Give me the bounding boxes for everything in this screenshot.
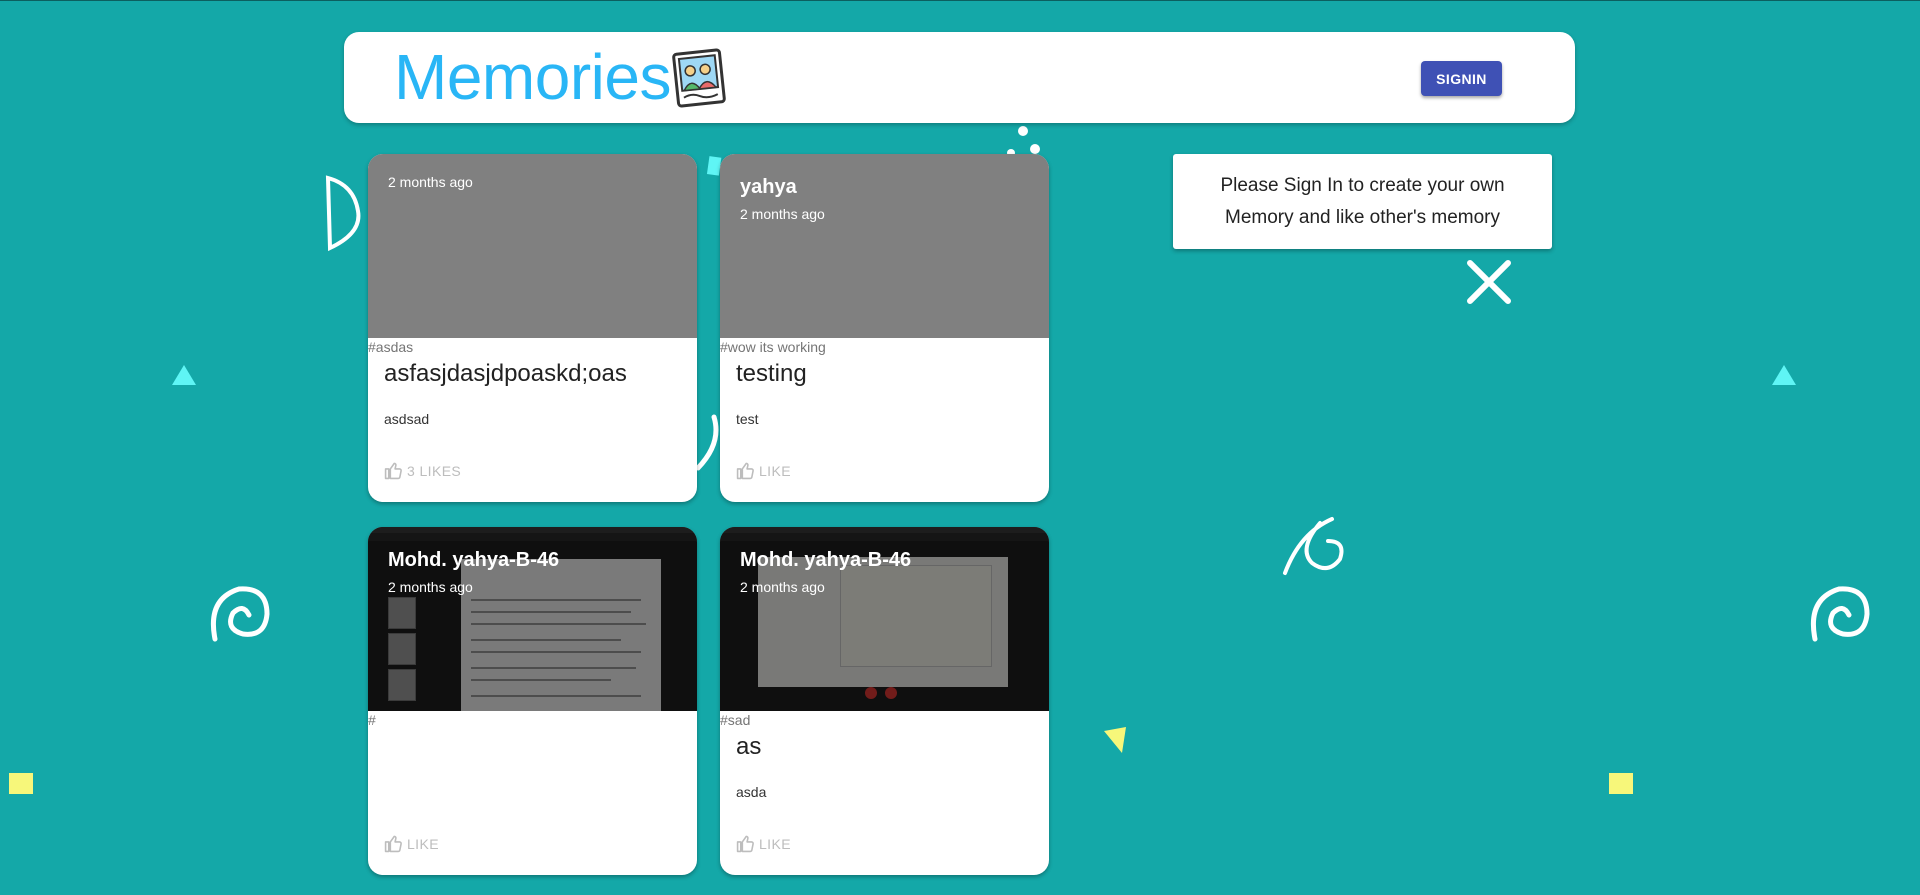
signin-button[interactable]: SIGNIN	[1421, 61, 1502, 96]
app-bar: Memories SIGNIN	[344, 32, 1575, 123]
memory-time: 2 months ago	[740, 206, 825, 222]
signin-prompt: Please Sign In to create your own Memory…	[1173, 154, 1552, 249]
decoration-half-circle	[325, 175, 361, 252]
memory-tags: #wow its working	[720, 339, 826, 355]
memory-tags: #	[368, 712, 376, 728]
memory-message: test	[736, 411, 759, 427]
like-button[interactable]: LIKE	[736, 461, 791, 480]
thumb-up-icon	[384, 835, 402, 853]
memory-card[interactable]: Mohd. yahya-B-46 2 months ago # LIKE	[368, 527, 697, 875]
decoration-spiral-right	[1810, 586, 1870, 642]
decoration-curl	[1283, 517, 1344, 575]
memory-tags: #asdas	[368, 339, 414, 355]
memory-message: asda	[736, 784, 767, 800]
memory-title: as	[736, 733, 762, 760]
decoration-triangle-right	[1772, 365, 1796, 385]
memory-image: Mohd. yahya-B-46 2 months ago	[368, 527, 697, 711]
like-label: LIKE	[407, 835, 439, 852]
memory-image: Mohd. yahya-B-46 2 months ago	[720, 527, 1049, 711]
memory-title: asfasjdasjdpoaskd;oas	[384, 360, 627, 387]
decoration-spiral-left	[210, 586, 270, 642]
memories-photo-icon	[672, 48, 726, 108]
memory-time: 2 months ago	[740, 579, 825, 595]
like-button[interactable]: LIKE	[736, 834, 791, 853]
signin-prompt-text: Please Sign In to create your own Memory…	[1220, 174, 1505, 228]
decoration-x	[1467, 260, 1511, 304]
memory-image: yahya 2 months ago	[720, 154, 1049, 338]
like-label: LIKE	[759, 462, 791, 479]
memory-creator: Mohd. yahya-B-46	[388, 549, 560, 571]
decoration-square-yellow-right	[1609, 773, 1633, 794]
memory-card[interactable]: 2 months ago #asdas asfasjdasjdpoaskd;oa…	[368, 154, 697, 502]
memory-image: 2 months ago	[368, 154, 697, 338]
memory-creator: yahya	[740, 176, 797, 198]
thumb-up-icon	[384, 462, 402, 480]
like-label: 3 LIKES	[407, 462, 462, 479]
memory-message: asdsad	[384, 411, 430, 427]
memory-time: 2 months ago	[388, 174, 473, 190]
thumb-up-icon	[736, 835, 754, 853]
decoration-triangle-yellow	[1104, 727, 1126, 753]
decoration-triangle-left	[172, 365, 196, 385]
decoration-square-yellow-left	[9, 773, 33, 794]
memory-creator: Mohd. yahya-B-46	[740, 549, 912, 571]
app-title: Memories	[394, 41, 671, 113]
memory-card[interactable]: yahya 2 months ago #wow its working test…	[720, 154, 1049, 502]
thumb-up-icon	[736, 462, 754, 480]
memory-time: 2 months ago	[388, 579, 473, 595]
like-label: LIKE	[759, 835, 791, 852]
like-button[interactable]: 3 LIKES	[384, 461, 461, 480]
like-button[interactable]: LIKE	[384, 834, 439, 853]
memory-title: testing	[736, 360, 807, 387]
memory-card[interactable]: Mohd. yahya-B-46 2 months ago #sad as as…	[720, 527, 1049, 875]
memory-tags: #sad	[720, 712, 751, 728]
